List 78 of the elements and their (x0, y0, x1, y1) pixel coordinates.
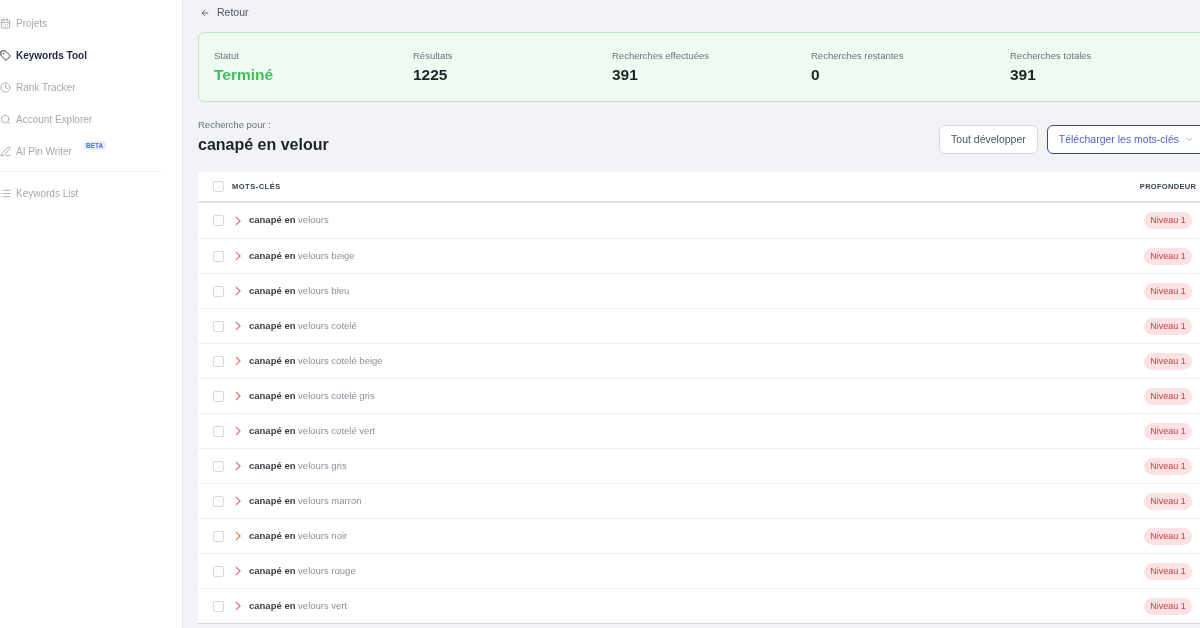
search-query: canapé en velour (198, 135, 329, 155)
list-icon (0, 187, 11, 199)
depth-badge: Niveau 1 (1144, 247, 1192, 265)
expand-all-button[interactable]: Tout développer (939, 125, 1038, 154)
expand-chevron-icon[interactable] (235, 496, 241, 506)
stat-label: Résultats (413, 49, 454, 62)
depth-badge: Niveau 1 (1144, 387, 1192, 405)
row-checkbox[interactable] (213, 425, 224, 437)
stat-label: Recherches effectuées (612, 49, 710, 62)
expand-chevron-icon[interactable] (235, 531, 241, 541)
search-label: Recherche pour : (198, 119, 272, 131)
row-checkbox[interactable] (213, 285, 224, 297)
row-checkbox[interactable] (213, 495, 224, 507)
expand-chevron-icon[interactable] (235, 426, 241, 436)
depth-badge: Niveau 1 (1144, 422, 1192, 440)
sidebar-item[interactable]: Keywords List (16, 185, 79, 201)
expand-chevron-icon[interactable] (235, 601, 241, 611)
expand-chevron-icon[interactable] (235, 566, 241, 576)
keyword-text: canapé en velours cotelé gris (249, 388, 376, 403)
row-checkbox[interactable] (213, 320, 224, 332)
keyword-text: canapé en velours gris (249, 458, 348, 473)
depth-badge: Niveau 1 (1144, 492, 1192, 510)
row-checkbox[interactable] (213, 355, 224, 367)
chevron-down-icon (1185, 135, 1194, 144)
keyword-text: canapé en velours cotelé beige (249, 353, 384, 368)
depth-badge: Niveau 1 (1144, 282, 1192, 300)
stat-label: Recherches totales (1010, 49, 1093, 62)
keyword-text: canapé en velours noir (249, 528, 349, 543)
sidebar-item[interactable]: Projets (16, 15, 48, 31)
row-checkbox[interactable] (213, 215, 224, 226)
depth-badge: Niveau 1 (1144, 562, 1192, 580)
keyword-text: canapé en velours bleu (249, 283, 351, 298)
expand-chevron-icon[interactable] (235, 461, 241, 471)
keyword-text: canapé en velours beige (249, 248, 356, 263)
clock-icon (0, 81, 11, 93)
stat-label: Statut (214, 49, 240, 62)
depth-badge: Niveau 1 (1144, 317, 1192, 335)
keyword-text: canapé en velours cotelé (249, 318, 358, 333)
depth-badge: Niveau 1 (1144, 457, 1192, 475)
expand-chevron-icon[interactable] (235, 356, 241, 366)
keyword-text: canapé en velours marron (249, 493, 363, 508)
row-checkbox[interactable] (213, 600, 224, 612)
keyword-text: canapé en velours vert (249, 598, 349, 613)
back-link[interactable]: Retour (217, 5, 249, 21)
status-value: Terminé (214, 64, 275, 85)
depth-badge: Niveau 1 (1144, 597, 1192, 615)
stat-value: 0 (811, 64, 821, 85)
row-checkbox[interactable] (213, 250, 224, 262)
sidebar-item[interactable]: Rank Tracker (16, 79, 76, 95)
keyword-text: canapé en velours rouge (249, 563, 357, 578)
sidebar-item[interactable]: Keywords Tool (16, 47, 87, 63)
select-all-checkbox[interactable] (213, 181, 224, 192)
stat-label: Recherches restantes (811, 49, 905, 62)
keyword-text: canapé en velours cotelé vert (249, 423, 377, 438)
search-icon (0, 113, 11, 125)
download-button[interactable]: Télécharger les mots-clés (1046, 125, 1200, 154)
back-arrow-icon (200, 8, 210, 18)
row-checkbox[interactable] (213, 390, 224, 402)
row-checkbox[interactable] (213, 530, 224, 542)
expand-chevron-icon[interactable] (235, 215, 241, 226)
stat-value: 391 (612, 64, 639, 85)
expand-chevron-icon[interactable] (235, 286, 241, 296)
depth-badge: Niveau 1 (1144, 212, 1192, 229)
row-checkbox[interactable] (213, 565, 224, 577)
sidebar-item[interactable]: Account Explorer (16, 111, 93, 127)
stat-value: 1225 (413, 64, 449, 85)
calendar-icon (0, 17, 11, 29)
depth-badge: Niveau 1 (1144, 352, 1192, 370)
keyword-text: canapé en velours (249, 213, 330, 228)
stat-value: 391 (1010, 64, 1037, 85)
expand-chevron-icon[interactable] (235, 251, 241, 261)
sidebar-item[interactable]: AI Pin Writer (16, 143, 72, 159)
expand-chevron-icon[interactable] (235, 321, 241, 331)
pen-icon (0, 145, 11, 157)
depth-badge: Niveau 1 (1144, 527, 1192, 545)
row-checkbox[interactable] (213, 460, 224, 472)
tag-icon (0, 49, 11, 61)
expand-chevron-icon[interactable] (235, 391, 241, 401)
